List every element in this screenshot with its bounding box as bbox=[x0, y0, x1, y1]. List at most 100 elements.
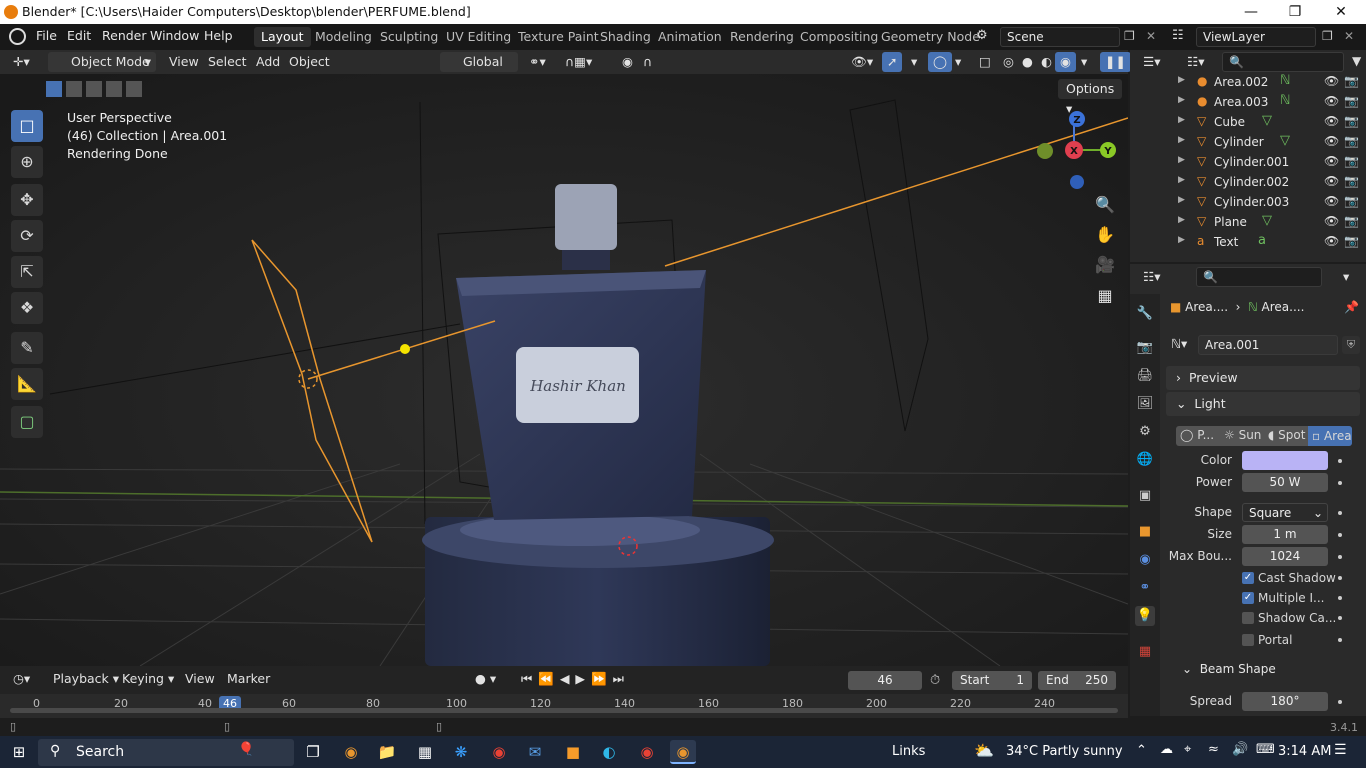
light-type-point[interactable]: ◯ P... bbox=[1180, 428, 1214, 442]
chrome-icon[interactable]: ◉ bbox=[486, 740, 512, 764]
add-cube-tool[interactable]: ▢ bbox=[11, 406, 43, 438]
auto-keying-icon[interactable]: ● ▾ bbox=[470, 669, 501, 689]
properties-options-icon[interactable]: ▾ bbox=[1338, 267, 1354, 287]
scene-field[interactable]: Scene bbox=[1000, 27, 1120, 47]
overlay-dropdown-icon[interactable]: ▾ bbox=[950, 52, 966, 72]
expand-icon[interactable]: ▶ bbox=[1178, 75, 1185, 85]
select-extend-icon[interactable] bbox=[66, 81, 82, 97]
menu-add[interactable]: Add bbox=[251, 52, 285, 72]
expand-icon[interactable]: ▶ bbox=[1178, 95, 1185, 105]
cast-shadow-checkbox[interactable]: ✓ bbox=[1242, 572, 1254, 584]
select-subtract-icon[interactable] bbox=[86, 81, 102, 97]
outliner-row[interactable]: ▶ ▽ Plane ▽ 👁 📷 bbox=[1130, 212, 1366, 232]
delete-view-layer-icon[interactable]: ✕ bbox=[1344, 29, 1354, 43]
light-type-sun[interactable]: ☼ Sun bbox=[1224, 428, 1261, 442]
timeline-scrollbar[interactable] bbox=[10, 708, 1118, 713]
start-frame-field[interactable]: Start 1 bbox=[952, 671, 1032, 690]
editor-type-icon[interactable]: ✛▾ bbox=[8, 52, 35, 72]
measure-tool[interactable]: 📐 bbox=[11, 368, 43, 400]
animate-caustics-icon[interactable] bbox=[1338, 616, 1342, 620]
light-type-spot[interactable]: ◖ Spot bbox=[1268, 428, 1305, 442]
menu-help[interactable]: Help bbox=[204, 28, 233, 43]
wifi-icon[interactable]: ≈ bbox=[1208, 742, 1219, 757]
shading-dropdown-icon[interactable]: ▾ bbox=[1076, 52, 1092, 72]
timeline-editor-type-icon[interactable]: ◷▾ bbox=[8, 669, 35, 689]
file-explorer-icon[interactable]: 📁 bbox=[374, 740, 400, 764]
tab-rendering[interactable]: Rendering bbox=[723, 27, 801, 47]
onedrive-icon[interactable]: ☁ bbox=[1160, 742, 1173, 757]
eye-icon[interactable]: 👁 bbox=[1324, 174, 1339, 188]
cursor-tool[interactable]: ⊕ bbox=[11, 146, 43, 178]
annotate-tool[interactable]: ✎ bbox=[11, 332, 43, 364]
light-target-handle[interactable] bbox=[400, 344, 410, 354]
shadow-caustics-checkbox[interactable] bbox=[1242, 612, 1254, 624]
taskbar-search-input[interactable]: ⚲ Search 🎈 bbox=[38, 739, 294, 766]
expand-icon[interactable]: ▶ bbox=[1178, 175, 1185, 185]
eye-icon[interactable]: 👁 bbox=[1324, 94, 1339, 108]
eye-icon[interactable]: 👁 bbox=[1324, 154, 1339, 168]
expand-icon[interactable]: ▶ bbox=[1178, 235, 1185, 245]
move-tool[interactable]: ✥ bbox=[11, 184, 43, 216]
new-view-layer-icon[interactable]: ❐ bbox=[1322, 29, 1333, 43]
light-data-tab-icon[interactable]: 💡 bbox=[1135, 606, 1155, 626]
animate-power-icon[interactable] bbox=[1338, 481, 1342, 485]
multiple-importance-checkbox[interactable]: ✓ bbox=[1242, 592, 1254, 604]
menu-marker[interactable]: Marker bbox=[222, 669, 275, 689]
power-field[interactable]: 50 W bbox=[1242, 473, 1328, 492]
select-new-icon[interactable] bbox=[46, 81, 62, 97]
preview-section-header[interactable]: › Preview bbox=[1166, 366, 1360, 390]
texture-tab-icon[interactable]: ▦ bbox=[1135, 642, 1155, 662]
wireframe-shading-icon[interactable]: ◎ bbox=[998, 52, 1019, 72]
language-icon[interactable]: ⌨ bbox=[1256, 742, 1275, 757]
current-frame-field[interactable]: 46 bbox=[848, 671, 922, 690]
clock-time[interactable]: 3:14 AM bbox=[1278, 744, 1331, 759]
zoom-icon[interactable]: 🔍 bbox=[1091, 191, 1119, 219]
animate-bounces-icon[interactable] bbox=[1338, 555, 1342, 559]
animate-mis-icon[interactable] bbox=[1338, 596, 1342, 600]
output-tab-icon[interactable]: 🖨 bbox=[1135, 366, 1155, 386]
scene-icon[interactable]: ⚙ bbox=[976, 28, 988, 43]
camera-icon[interactable]: 📷 bbox=[1344, 174, 1359, 188]
menu-file[interactable]: File bbox=[36, 28, 57, 43]
task-view-icon[interactable]: ❐ bbox=[300, 740, 326, 764]
tab-uv-editing[interactable]: UV Editing bbox=[439, 27, 518, 47]
view-layer-tab-icon[interactable]: 🖼 bbox=[1135, 394, 1155, 414]
menu-edit[interactable]: Edit bbox=[67, 28, 91, 43]
pivot-icon[interactable]: ⚭▾ bbox=[524, 52, 551, 72]
camera-icon[interactable]: 📷 bbox=[1344, 154, 1359, 168]
clock-icon[interactable]: ⏱ bbox=[930, 673, 940, 688]
camera-icon[interactable]: 📷 bbox=[1344, 114, 1359, 128]
tab-compositing[interactable]: Compositing bbox=[793, 27, 885, 47]
overlay-toggle-icon[interactable]: ◯ bbox=[928, 52, 952, 72]
tab-shading[interactable]: Shading bbox=[593, 27, 658, 47]
size-field[interactable]: 1 m bbox=[1242, 525, 1328, 544]
outliner-row[interactable]: ▶ ▽ Cylinder ▽ 👁 📷 bbox=[1130, 132, 1366, 152]
outliner-row[interactable]: ▶ ● Area.003 ℕ 👁 📷 bbox=[1130, 92, 1366, 112]
animate-cast-shadow-icon[interactable] bbox=[1338, 576, 1342, 580]
blender-active-icon[interactable]: ◉ bbox=[670, 740, 696, 764]
filter-icon[interactable]: ▼ bbox=[1352, 54, 1361, 68]
network-adapter-icon[interactable]: ⌖ bbox=[1184, 742, 1191, 757]
transform-tool[interactable]: ❖ bbox=[11, 292, 43, 324]
pause-render-icon[interactable]: ❚❚ bbox=[1100, 52, 1131, 72]
outliner-row[interactable]: ▶ ▽ Cylinder.001 👁 📷 bbox=[1130, 152, 1366, 172]
camera-icon[interactable]: 📷 bbox=[1344, 134, 1359, 148]
animate-color-icon[interactable] bbox=[1338, 459, 1342, 463]
outliner-row[interactable]: ▶ ▽ Cube ▽ 👁 📷 bbox=[1130, 112, 1366, 132]
properties-editor-type-icon[interactable]: ☷▾ bbox=[1138, 267, 1165, 287]
eye-icon[interactable]: 👁 bbox=[1324, 214, 1339, 228]
select-invert-icon[interactable] bbox=[126, 81, 142, 97]
camera-icon[interactable]: 📷 bbox=[1344, 94, 1359, 108]
select-intersect-icon[interactable] bbox=[106, 81, 122, 97]
expand-icon[interactable]: ▶ bbox=[1178, 195, 1185, 205]
volume-icon[interactable]: 🔊 bbox=[1232, 742, 1248, 757]
links-toolbar[interactable]: Links bbox=[892, 744, 925, 759]
expand-icon[interactable]: ▶ bbox=[1178, 115, 1185, 125]
camera-icon[interactable]: 📷 bbox=[1344, 234, 1359, 248]
fake-user-icon[interactable]: ⛨ bbox=[1342, 336, 1360, 354]
menu-render[interactable]: Render bbox=[102, 28, 147, 43]
tab-modeling[interactable]: Modeling bbox=[308, 27, 379, 47]
view-layer-icon[interactable]: ☷ bbox=[1172, 28, 1184, 43]
outliner-row[interactable]: ▶ ▽ Cylinder.002 👁 📷 bbox=[1130, 172, 1366, 192]
mail-icon[interactable]: ✉ bbox=[522, 740, 548, 764]
